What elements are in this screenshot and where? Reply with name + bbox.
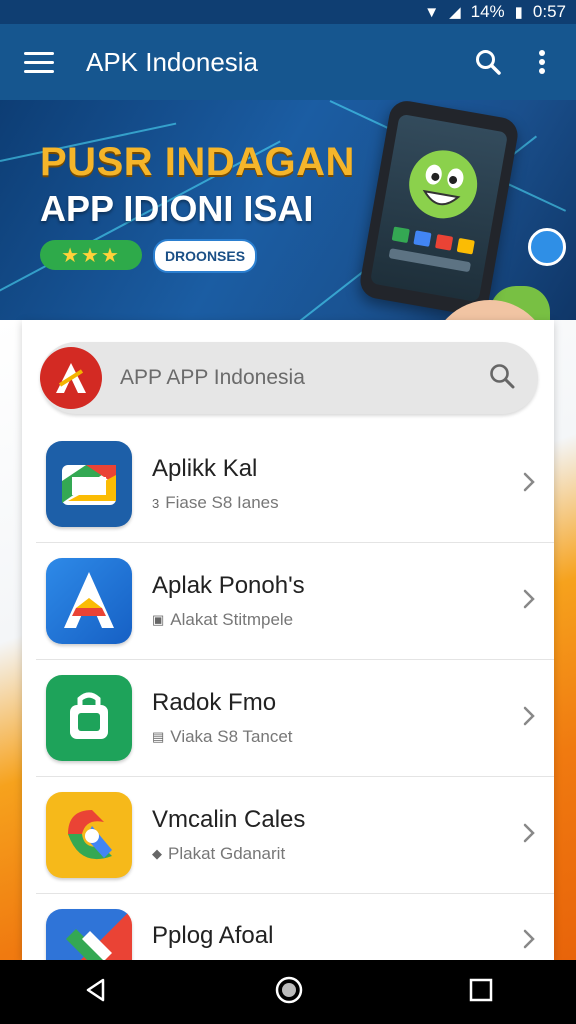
- chevron-right-icon: [522, 471, 536, 498]
- app-subtitle: Fiase S8 Ianes: [165, 493, 279, 512]
- home-icon[interactable]: [275, 976, 303, 1009]
- chevron-right-icon: [522, 588, 536, 615]
- chevron-right-icon: [522, 705, 536, 732]
- apk-logo-icon: [40, 347, 102, 409]
- chevron-right-icon: [522, 822, 536, 849]
- app-name: Aplak Ponoh's: [152, 572, 305, 599]
- list-item[interactable]: Aplak Ponoh's ▣ Alakat Stitmpele: [36, 543, 554, 660]
- shield-icon: ▣: [152, 612, 165, 627]
- app-subtitle: Alakat Stitmpele: [170, 610, 294, 629]
- folder-icon: ▤: [152, 729, 165, 744]
- app-icon: [46, 792, 132, 878]
- app-subtitle: Viaka S8 Tancet: [170, 727, 293, 746]
- app-icon: [46, 558, 132, 644]
- status-bar: ▼ ◢ 14% ▮ 0:57: [0, 0, 576, 24]
- search-input[interactable]: APP APP Indonesia: [120, 366, 488, 390]
- list-item[interactable]: Aplikk Kal 3 Fiase S8 Ianes: [36, 426, 554, 543]
- app-name: Pplog Afoal: [152, 922, 274, 949]
- phone-illustration: [357, 100, 521, 318]
- app-name: Aplikk Kal: [152, 455, 258, 482]
- list-item[interactable]: Radok Fmo ▤ Viaka S8 Tancet: [36, 660, 554, 777]
- search-bar[interactable]: APP APP Indonesia: [40, 342, 538, 414]
- rating-stars: ★★★: [40, 240, 142, 270]
- promo-banner[interactable]: PUSR INDAGAN APP IDIONI ISAI ★★★ DROONSE…: [0, 100, 576, 320]
- app-icon: [46, 909, 132, 960]
- app-subtitle: Plakat Gdanarit: [168, 844, 286, 863]
- banner-headline: PUSR INDAGAN: [40, 140, 355, 184]
- clock: 0:57: [532, 2, 566, 21]
- list-item[interactable]: Vmcalin Cales ◆ Plakat Gdanarit: [36, 777, 554, 894]
- app-name: Radok Fmo: [152, 689, 277, 716]
- system-nav-bar: [0, 960, 576, 1024]
- back-icon[interactable]: [83, 977, 109, 1008]
- badge-icon: [528, 228, 566, 266]
- recents-icon[interactable]: [469, 978, 493, 1007]
- tag-icon: ◆: [152, 846, 162, 861]
- app-icon: [46, 675, 132, 761]
- app-list-card: APP APP Indonesia Aplikk Kal 3 Fiase S8 I…: [22, 320, 554, 960]
- search-icon[interactable]: [468, 42, 508, 82]
- banner-subheadline: APP IDIONI ISAI: [40, 188, 314, 229]
- app-icon: [46, 441, 132, 527]
- app-bar: APK Indonesia: [0, 24, 576, 100]
- list-item[interactable]: Pplog Afoal: [36, 894, 554, 960]
- chevron-right-icon: [522, 928, 536, 955]
- overflow-menu-icon[interactable]: [522, 42, 562, 82]
- app-name: Vmcalin Cales: [152, 806, 306, 833]
- menu-icon[interactable]: [24, 51, 54, 73]
- banner-button[interactable]: DROONSES: [153, 239, 257, 273]
- info-icon: 3: [152, 495, 160, 511]
- app-title: APK Indonesia: [86, 46, 259, 77]
- signal-icon: ◢: [449, 4, 461, 21]
- wifi-icon: ▼: [424, 3, 440, 21]
- search-field-icon[interactable]: [488, 362, 516, 395]
- battery-percent: 14%: [470, 2, 505, 21]
- battery-icon: ▮: [514, 4, 523, 21]
